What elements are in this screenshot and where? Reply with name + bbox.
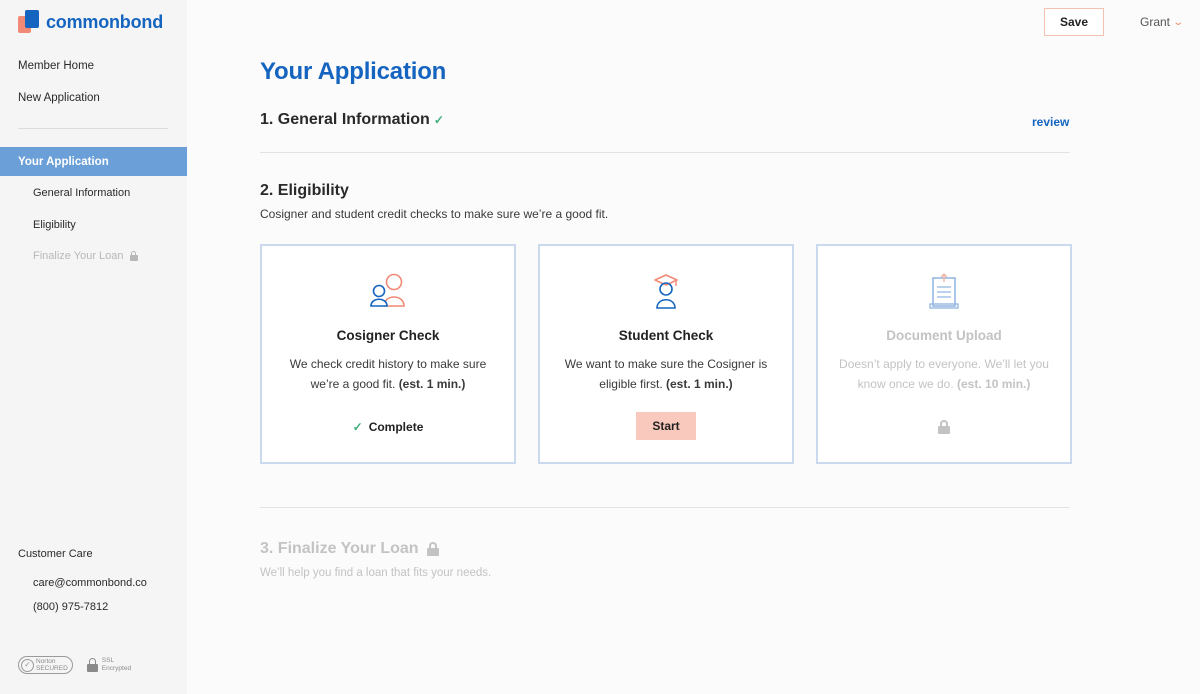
nav-general-information[interactable]: General Information: [33, 187, 130, 199]
user-name: Grant: [1140, 15, 1171, 29]
section-finalize-description: We’ll help you find a loan that fits you…: [260, 567, 492, 579]
review-link[interactable]: review: [1032, 115, 1069, 129]
nav-eligibility[interactable]: Eligibility: [33, 219, 76, 231]
section-finalize-your-loan: 3. Finalize Your Loan: [260, 540, 439, 558]
ssl-line2: Encrypted: [101, 665, 132, 672]
customer-care-title: Customer Care: [18, 548, 93, 560]
graduate-icon: [654, 274, 678, 309]
document-upload-card: Document Upload Doesn’t apply to everyon…: [816, 244, 1072, 464]
check-circle-icon: ✓: [21, 658, 34, 672]
lock-icon: [86, 658, 98, 672]
card-title: Student Check: [618, 328, 714, 343]
page-title: Your Application: [260, 58, 447, 85]
card-estimate: (est. 1 min.): [666, 377, 733, 391]
nav-new-application[interactable]: New Application: [18, 92, 100, 104]
sidebar: commonbond Member Home New Application Y…: [0, 0, 187, 694]
nav-member-home[interactable]: Member Home: [18, 60, 94, 72]
nav-your-application[interactable]: Your Application: [0, 147, 187, 176]
section-title: 1. General Information: [260, 111, 430, 128]
ssl-line1: SSL: [101, 657, 115, 664]
user-menu[interactable]: Grant ⌄: [1140, 15, 1185, 29]
card-description: We want to make sure the Cosigner is eli…: [560, 354, 772, 394]
brand-name: commonbond: [46, 11, 163, 32]
care-phone: (800) 975-7812: [33, 601, 109, 613]
card-description: Doesn’t apply to everyone. We’ll let you…: [838, 354, 1050, 394]
student-check-card: Student Check We want to make sure the C…: [538, 244, 794, 464]
section-general-information: 1. General Information ✓: [260, 111, 444, 129]
norton-line1: Norton: [36, 658, 56, 665]
sidebar-divider: [18, 128, 168, 129]
check-icon: ✓: [352, 420, 363, 434]
lock-icon: [938, 420, 950, 434]
care-email-link[interactable]: care@commonbond.co: [33, 577, 147, 589]
section-eligibility-title: 2. Eligibility: [260, 182, 349, 199]
card-title: Document Upload: [886, 328, 1002, 343]
logo-icon: [18, 10, 40, 34]
security-badges: ✓ Norton SECURED SSL Encrypted: [18, 656, 131, 674]
save-button[interactable]: Save: [1044, 8, 1104, 36]
card-description: We check credit history to make sure we’…: [282, 354, 494, 394]
nav-finalize-label: Finalize Your Loan: [33, 250, 124, 262]
brand-logo[interactable]: commonbond: [18, 10, 163, 34]
section-eligibility-description: Cosigner and student credit checks to ma…: [260, 207, 609, 221]
document-upload-icon: [929, 273, 959, 309]
card-status-label: Complete: [368, 420, 424, 434]
start-button[interactable]: Start: [636, 412, 696, 440]
card-status-complete: ✓ Complete: [262, 420, 514, 434]
lock-icon: [426, 542, 439, 556]
norton-line2: SECURED: [36, 665, 68, 672]
norton-badge: ✓ Norton SECURED: [18, 656, 73, 674]
cosigner-check-card: Cosigner Check We check credit history t…: [260, 244, 516, 464]
app-root: commonbond Member Home New Application Y…: [0, 0, 1200, 694]
section-divider: [260, 507, 1070, 508]
chevron-down-icon: ⌄: [1172, 16, 1185, 28]
people-icon: [370, 273, 405, 307]
card-title: Cosigner Check: [336, 328, 440, 343]
check-icon: ✓: [433, 113, 444, 127]
section-divider: [260, 152, 1070, 153]
card-estimate: (est. 1 min.): [398, 377, 466, 391]
card-estimate: (est. 10 min.): [957, 377, 1031, 391]
section-title: 3. Finalize Your Loan: [260, 540, 419, 557]
lock-icon: [129, 251, 138, 261]
ssl-badge: SSL Encrypted: [86, 657, 132, 673]
nav-finalize-your-loan: Finalize Your Loan: [33, 250, 138, 262]
